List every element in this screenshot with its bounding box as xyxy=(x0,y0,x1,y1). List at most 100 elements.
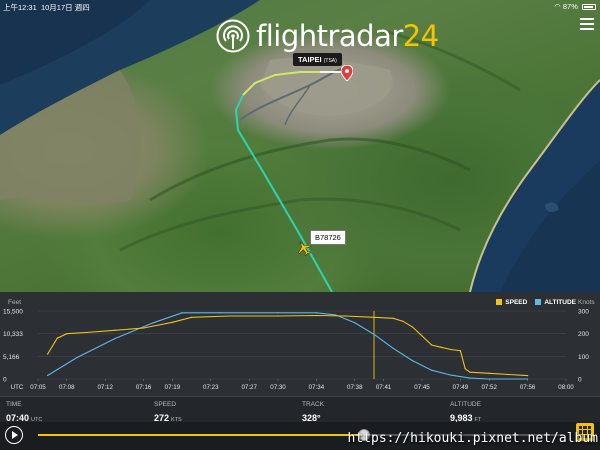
battery-percent: 87% xyxy=(562,2,578,11)
data-point-altitude xyxy=(488,378,490,380)
data-point-speed xyxy=(143,327,145,329)
logo-number: 24 xyxy=(402,19,439,53)
info-altitude-label: ALTITUDE xyxy=(450,401,481,408)
info-track-label: TRACK xyxy=(302,401,325,408)
y-unit-left: Feet xyxy=(8,299,21,306)
flight-track-climb xyxy=(234,94,333,292)
data-point-speed xyxy=(527,375,529,377)
flight-profile-chart[interactable]: Feet Knots 15,500 10,333 5,166 0 300 200 100 0 UTC… xyxy=(0,292,600,396)
data-point-speed xyxy=(344,315,346,317)
data-point-speed xyxy=(488,372,490,374)
x-tick-label: 07:56 xyxy=(520,384,536,391)
radar-logo-icon xyxy=(216,19,250,53)
data-point-speed xyxy=(421,335,423,337)
data-point-altitude xyxy=(373,333,375,335)
data-point-speed xyxy=(464,368,466,370)
status-bar: 上午12:31 10月17日 週四 ◠ 87% xyxy=(0,0,600,14)
data-point-speed xyxy=(507,373,509,376)
battery-icon xyxy=(582,4,596,11)
data-point-speed xyxy=(191,316,193,318)
x-tick-label: 07:38 xyxy=(347,384,363,391)
status-date: 10月17日 週四 xyxy=(40,3,90,12)
x-tick-label: 07:08 xyxy=(59,384,75,391)
info-speed-label: SPEED xyxy=(154,401,177,408)
y-tick-right: 0 xyxy=(578,377,582,384)
data-point-speed xyxy=(411,326,413,328)
data-point-altitude xyxy=(431,369,433,371)
x-tick-label: 07:05 xyxy=(30,384,46,391)
airport-label[interactable]: TAIPEI (TSA) xyxy=(293,53,342,66)
data-point-speed xyxy=(440,346,442,348)
legend-speed: SPEED xyxy=(496,299,527,306)
data-point-altitude xyxy=(469,377,471,379)
y-unit-right: Knots xyxy=(578,299,595,306)
data-point-altitude xyxy=(450,374,452,376)
watermark-text: https://hikouki.pixnet.net/album xyxy=(347,431,598,446)
data-point-speed xyxy=(373,316,375,318)
data-point-altitude xyxy=(47,374,49,377)
chart-legend: SPEED ALTITUDE xyxy=(496,299,576,306)
data-point-speed xyxy=(277,315,279,317)
flight-info-bar: TIME 07:40 UTC SPEED 272 KTS TRACK 328° AL… xyxy=(0,396,600,423)
destination-pin-icon[interactable] xyxy=(341,65,353,81)
data-point-speed xyxy=(56,337,58,339)
x-tick-label: 07:30 xyxy=(270,384,286,391)
data-point-speed xyxy=(431,344,433,346)
x-tick-label: 07:19 xyxy=(165,384,181,391)
x-tick-label: UTC xyxy=(11,384,24,391)
data-point-speed xyxy=(469,371,471,373)
data-point-altitude xyxy=(392,347,394,349)
x-tick-label: 07:27 xyxy=(241,384,257,391)
data-point-speed xyxy=(315,314,317,317)
data-point-speed xyxy=(229,315,231,317)
info-time-label: TIME xyxy=(6,401,22,408)
data-point-speed xyxy=(459,350,461,352)
playback-progress xyxy=(38,434,364,436)
x-tick-label: 07:41 xyxy=(376,384,392,391)
map-view[interactable]: 上午12:31 10月17日 週四 ◠ 87% flightradar24 TA… xyxy=(0,0,600,292)
airport-name: TAIPEI xyxy=(298,55,322,64)
y-tick-left: 0 xyxy=(3,377,7,384)
legend-altitude: ALTITUDE xyxy=(535,299,576,306)
y-tick-left: 5,166 xyxy=(3,354,20,361)
y-tick-left: 15,500 xyxy=(3,309,23,316)
menu-icon[interactable] xyxy=(580,18,594,30)
x-tick-label: 07:16 xyxy=(136,384,152,391)
data-point-speed xyxy=(171,321,173,323)
data-point-altitude xyxy=(277,312,279,314)
x-tick-label: 07:52 xyxy=(481,384,497,391)
wifi-icon: ◠ xyxy=(554,2,561,11)
airport-code: (TSA) xyxy=(323,58,337,64)
play-button[interactable] xyxy=(5,426,23,444)
x-tick-label: 07:34 xyxy=(309,384,325,391)
data-point-speed xyxy=(47,353,49,355)
data-point-speed xyxy=(450,348,452,351)
flightradar-logo: flightradar24 xyxy=(216,16,439,56)
data-point-altitude xyxy=(315,312,317,314)
x-tick-label: 07:12 xyxy=(97,384,113,391)
x-tick-label: 07:45 xyxy=(414,384,430,391)
data-point-altitude xyxy=(354,322,356,324)
data-point-altitude xyxy=(527,378,529,380)
y-tick-right: 200 xyxy=(578,331,589,338)
data-point-altitude xyxy=(114,338,116,340)
data-point-speed xyxy=(85,331,87,334)
chart-canvas: Feet Knots 15,500 10,333 5,166 0 300 200 100 0 UTC… xyxy=(3,299,595,391)
x-tick-label: 08:00 xyxy=(558,384,574,391)
series-line-altitude xyxy=(47,312,528,380)
data-point-speed xyxy=(392,317,394,319)
data-point-altitude xyxy=(219,312,221,314)
data-point-altitude xyxy=(75,357,77,359)
playback-bar: https://hikouki.pixnet.net/album xyxy=(0,422,600,450)
y-tick-left: 10,333 xyxy=(3,331,23,338)
y-tick-right: 100 xyxy=(578,354,589,361)
x-tick-label: 07:49 xyxy=(453,384,469,391)
flight-callsign-label[interactable]: B78726 xyxy=(310,230,346,245)
series-line-speed xyxy=(47,314,528,377)
status-time: 上午12:31 xyxy=(3,3,37,12)
data-point-altitude xyxy=(411,359,413,362)
data-point-speed xyxy=(402,320,404,322)
data-point-speed xyxy=(114,329,116,331)
data-point-speed xyxy=(66,333,68,335)
x-tick-label: 07:23 xyxy=(203,384,219,391)
